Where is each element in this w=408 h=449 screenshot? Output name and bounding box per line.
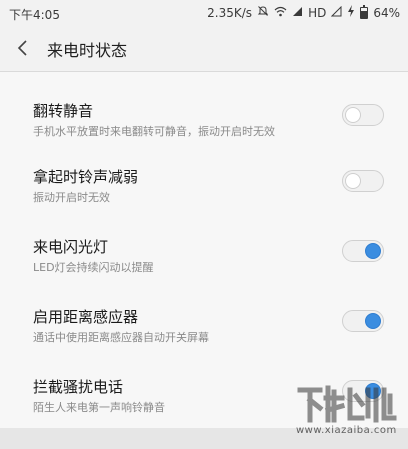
watermark-logo: www.xiazaiba.com bbox=[296, 382, 400, 440]
toggle-knob bbox=[365, 243, 381, 259]
header-bar: 来电时状态 bbox=[0, 26, 408, 72]
setting-subtitle: 手机水平放置时来电翻转可静音，振动开启时无效 bbox=[33, 125, 275, 138]
network-type: HD bbox=[308, 5, 327, 20]
toggle-knob bbox=[365, 313, 381, 329]
setting-subtitle: LED灯会持续闪动以提醒 bbox=[33, 261, 154, 274]
setting-subtitle: 陌生人来电第一声响铃静音 bbox=[33, 401, 165, 414]
setting-title: 翻转静音 bbox=[33, 102, 94, 120]
back-arrow-icon[interactable] bbox=[14, 38, 34, 58]
setting-title: 拿起时铃声减弱 bbox=[33, 168, 139, 186]
status-bar: 下午4:05 2.35K/s HD 64% bbox=[0, 0, 408, 26]
network-speed: 2.35K/s bbox=[207, 5, 253, 20]
signal-icon bbox=[292, 6, 303, 20]
charging-icon bbox=[347, 5, 355, 20]
settings-list: 翻转静音 手机水平放置时来电翻转可静音，振动开启时无效 拿起时铃声减弱 振动开启… bbox=[0, 72, 408, 428]
toggle-switch[interactable] bbox=[342, 104, 384, 126]
setting-title: 来电闪光灯 bbox=[33, 238, 109, 256]
watermark-graphic bbox=[297, 385, 397, 423]
watermark-url: www.xiazaiba.com bbox=[296, 425, 397, 436]
toggle-switch[interactable] bbox=[342, 310, 384, 332]
setting-subtitle: 通话中使用距离感应器自动开关屏幕 bbox=[33, 331, 209, 344]
toggle-switch[interactable] bbox=[342, 240, 384, 262]
setting-row-proximity[interactable]: 启用距离感应器 通话中使用距离感应器自动开关屏幕 bbox=[0, 288, 408, 358]
status-icons: 2.35K/s HD 64% bbox=[207, 4, 400, 20]
setting-title: 启用距离感应器 bbox=[33, 308, 139, 326]
signal-icon-2 bbox=[331, 5, 342, 20]
setting-row-pickup-reduce[interactable]: 拿起时铃声减弱 振动开启时无效 bbox=[0, 148, 408, 218]
toggle-switch[interactable] bbox=[342, 170, 384, 192]
toggle-knob bbox=[345, 107, 361, 123]
page-title: 来电时状态 bbox=[47, 41, 128, 60]
battery-percent: 64% bbox=[373, 5, 400, 20]
setting-row-flip-mute[interactable]: 翻转静音 手机水平放置时来电翻转可静音，振动开启时无效 bbox=[0, 82, 408, 152]
wifi-icon bbox=[274, 6, 287, 20]
battery-icon bbox=[360, 4, 369, 19]
mute-bell-icon bbox=[257, 5, 269, 20]
setting-row-flash-light[interactable]: 来电闪光灯 LED灯会持续闪动以提醒 bbox=[0, 218, 408, 288]
battery-fill bbox=[361, 11, 368, 18]
toggle-knob bbox=[345, 173, 361, 189]
setting-title: 拦截骚扰电话 bbox=[33, 378, 124, 396]
setting-subtitle: 振动开启时无效 bbox=[33, 191, 110, 204]
status-time: 下午4:05 bbox=[9, 8, 60, 22]
